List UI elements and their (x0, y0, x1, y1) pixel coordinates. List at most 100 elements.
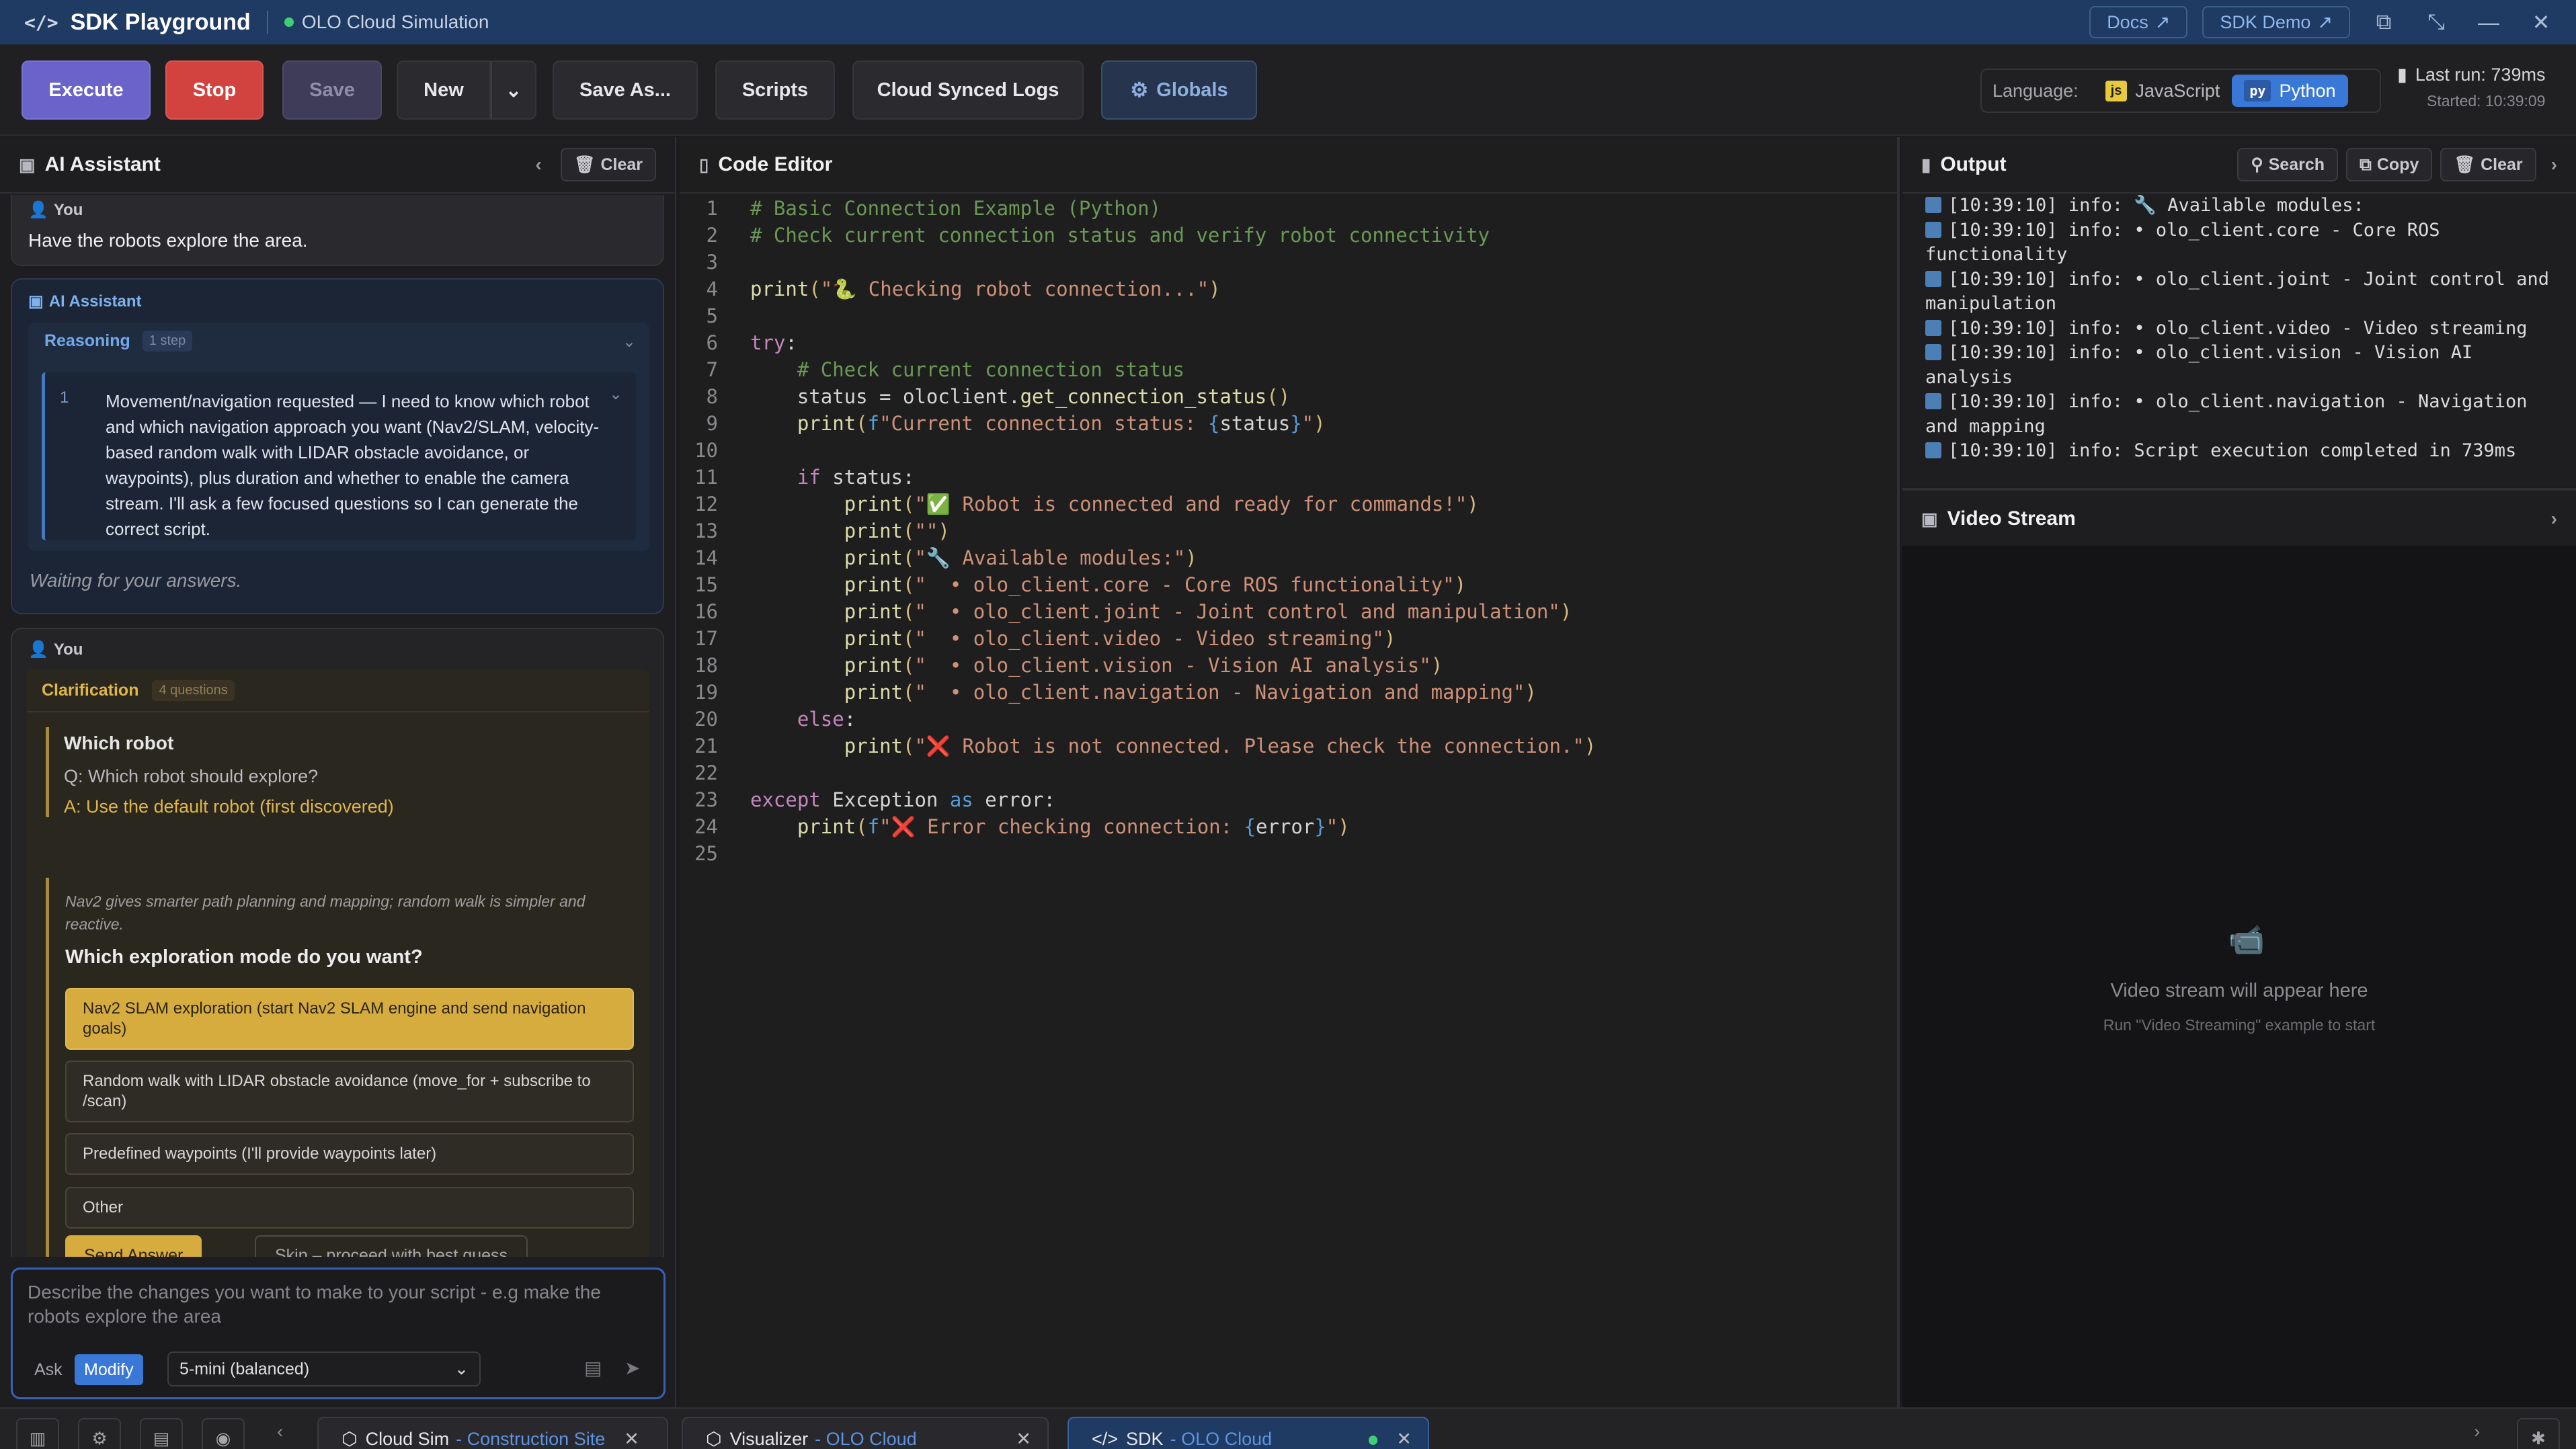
execute-button[interactable]: Execute (22, 60, 151, 120)
output-copy-button[interactable]: ⧉ Copy (2346, 148, 2433, 181)
stop-button[interactable]: Stop (165, 60, 264, 120)
minimize-icon[interactable]: — (2470, 6, 2507, 38)
code-line: 16 print(" • olo_client.joint - Joint co… (694, 600, 1572, 623)
editor-header: ▯ Code Editor (680, 137, 1897, 194)
assistant-clear-button[interactable]: 🗑 Clear (560, 148, 656, 181)
copy-icon: ⧉ (2360, 155, 2372, 174)
code-icon: </> (1092, 1429, 1119, 1449)
output-search-button[interactable]: ⚲ Search (2237, 148, 2339, 181)
globals-button[interactable]: ⚙ Globals (1101, 60, 1257, 120)
code-line: 14 print("🔧 Available modules:") (694, 546, 1197, 569)
globals-label: Globals (1156, 79, 1228, 101)
code-line: 20 else: (694, 708, 856, 731)
workspace: ▯ Code Editor 1 # Basic Connection Exampl… (680, 137, 2576, 1407)
copy-label: Copy (2376, 155, 2419, 174)
code-icon: </> (24, 11, 58, 34)
clear-label: Clear (2481, 155, 2523, 174)
code-line: 6 try: (706, 331, 797, 354)
trash-icon: 🗑 (573, 155, 596, 174)
cloud-synced-logs-button[interactable]: Cloud Synced Logs (852, 60, 1084, 120)
trash-icon: 🗑 (2454, 155, 2476, 174)
tab-visualizer[interactable]: ⬡ Visualizer - OLO Cloud Simulat... ✕ (682, 1417, 1049, 1449)
info-icon (1925, 393, 1941, 409)
log-line: [10:39:10] info: • olo_client.video - Vi… (1925, 317, 2557, 341)
question-count-badge: 4 questions (152, 679, 235, 701)
option-nav2-slam[interactable]: Nav2 SLAM exploration (start Nav2 SLAM e… (65, 988, 634, 1050)
chevron-right-icon[interactable]: › (2474, 1421, 2480, 1442)
chevron-right-icon[interactable]: › (2551, 154, 2557, 175)
log-line: [10:39:10] info: • olo_client.navigation… (1925, 390, 2557, 439)
mode-ask[interactable]: Ask (25, 1354, 72, 1385)
popout-icon[interactable]: ⧉ (2365, 6, 2403, 38)
py-badge: py (2244, 80, 2271, 101)
collapse-left-icon[interactable]: ‹ (535, 154, 541, 175)
settings-icon[interactable]: ⚙ (78, 1418, 121, 1449)
output-log[interactable]: [10:39:10] info: 🔧 Available modules: [1… (1925, 194, 2557, 464)
close-icon[interactable]: ✕ (624, 1429, 639, 1449)
close-icon[interactable]: ✕ (2522, 6, 2560, 38)
scripts-button[interactable]: Scripts (715, 60, 835, 120)
new-button[interactable]: New (397, 60, 491, 120)
log-line: [10:39:10] info: • olo_client.core - Cor… (1925, 218, 2557, 267)
model-select[interactable]: 5-mini (balanced) ⌄ (167, 1352, 481, 1386)
language-python[interactable]: py Python (2232, 75, 2348, 107)
docs-link[interactable]: Docs ↗ (2089, 6, 2188, 38)
output-clear-button[interactable]: 🗑 Clear (2440, 148, 2536, 181)
reasoning-step: 1 Movement/navigation requested — I need… (42, 372, 636, 540)
python-label: Python (2279, 80, 2336, 101)
chat-history[interactable]: 👤 You Have the robots explore the area. ▣… (0, 195, 675, 1257)
app-title: SDK Playground (70, 9, 251, 35)
status-dot (284, 17, 294, 27)
close-icon[interactable]: ✕ (1396, 1429, 1412, 1449)
you-label: 👤 You (28, 200, 83, 220)
send-icon[interactable]: ➤ (625, 1357, 640, 1379)
output-panel: ▮ Output ⚲ Search ⧉ Copy 🗑 Clear › [10:39:1… (1902, 137, 2576, 487)
user-message: 👤 You Have the robots explore the area. (11, 195, 664, 266)
video-stream-header[interactable]: ▣ Video Stream › (1902, 488, 2576, 544)
mode-modify[interactable]: Modify (75, 1354, 143, 1385)
panel-icon[interactable]: ▤ (140, 1418, 183, 1449)
model-value: 5-mini (balanced) (179, 1359, 310, 1378)
close-icon[interactable]: ✕ (1016, 1429, 1031, 1449)
assistant-message: ▣ AI Assistant Reasoning 1 step ⌄ 1 Movem… (11, 278, 664, 614)
tab-sdk[interactable]: </> SDK - OLO Cloud Simulation ✕ (1068, 1417, 1429, 1449)
skip-button[interactable]: Skip – proceed with best guess (255, 1235, 528, 1257)
clear-label: Clear (600, 155, 643, 174)
prompt-input[interactable] (28, 1280, 646, 1341)
eye-icon[interactable]: ◉ (202, 1418, 245, 1449)
tab-subtitle: - Construction Site (456, 1429, 606, 1449)
code-line: 4 print("🐍 Checking robot connection...") (706, 278, 1221, 300)
tab-cloud-sim[interactable]: ⬡ Cloud Sim - Construction Site ✕ (317, 1417, 668, 1449)
info-icon (1925, 221, 1941, 238)
info-icon (1925, 442, 1941, 458)
chevron-down-icon[interactable]: ⌄ (622, 332, 636, 351)
language-selector: Language: js JavaScript py Python (1980, 69, 2381, 113)
language-javascript[interactable]: js JavaScript (2093, 75, 2232, 107)
option-waypoints[interactable]: Predefined waypoints (I'll provide waypo… (65, 1133, 634, 1175)
option-other[interactable]: Other (65, 1187, 634, 1229)
code-area[interactable]: 1 # Basic Connection Example (Python) 2 # … (680, 195, 1897, 867)
chart-icon: ▮ (1921, 154, 1931, 175)
reasoning-count-badge: 1 step (142, 331, 193, 351)
collapse-icon[interactable]: ⤡ (2417, 6, 2455, 38)
code-line: 21 print("❌ Robot is not connected. Plea… (694, 735, 1597, 757)
reasoning-section[interactable]: Reasoning 1 step ⌄ 1 Movement/navigation… (28, 323, 649, 551)
ai-label-text: AI Assistant (48, 292, 142, 310)
chevron-down-icon[interactable]: ⌄ (609, 384, 622, 404)
sdk-demo-link[interactable]: SDK Demo ↗ (2202, 6, 2350, 38)
chevron-left-icon[interactable]: ‹ (277, 1421, 283, 1442)
layout-icon[interactable]: ▥ (16, 1418, 59, 1449)
save-button[interactable]: Save (282, 60, 382, 120)
new-dropdown-button[interactable]: ⌄ (491, 60, 536, 120)
bottom-bar: ▥ ⚙ ▤ ◉ ‹ ⬡ Cloud Sim - Construction Sit… (0, 1407, 2576, 1449)
template-icon[interactable]: ▤ (584, 1357, 602, 1379)
option-random-walk[interactable]: Random walk with LIDAR obstacle avoidanc… (65, 1061, 634, 1122)
question-text: Q: Which robot should explore? (64, 766, 319, 786)
send-answer-button[interactable]: Send Answer (65, 1235, 202, 1257)
user-icon: 👤 (28, 201, 48, 219)
save-as-button[interactable]: Save As... (553, 60, 698, 120)
video-title: Video Stream (1947, 507, 2076, 530)
bug-icon[interactable]: ✱ (2517, 1418, 2560, 1449)
chevron-right-icon[interactable]: › (2551, 508, 2557, 530)
user-icon: 👤 (28, 640, 48, 659)
